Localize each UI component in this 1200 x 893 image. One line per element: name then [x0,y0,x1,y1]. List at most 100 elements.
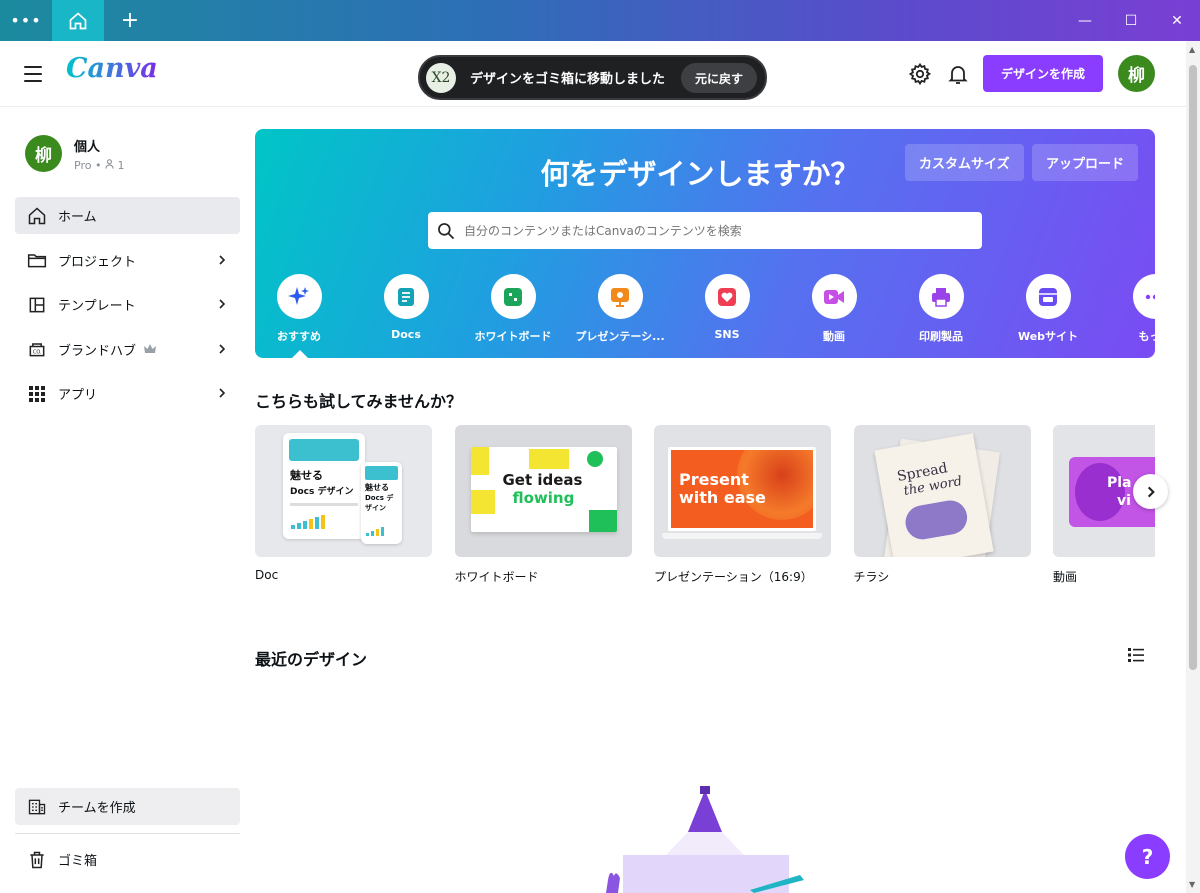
chevron-right-icon [219,254,226,265]
try-cards-carousel: 魅せる Docs デザイン 魅せる Docs デザイン Doc Get idea… [255,425,1155,595]
search-bar[interactable] [428,212,982,249]
presentation-icon [611,287,629,307]
sparkle-icon [288,286,309,305]
profile-plan: Pro • 1 [74,158,125,172]
search-input[interactable] [464,223,954,238]
category-label: Docs [391,328,421,341]
category-whiteboard[interactable]: ホワイトボード [463,274,563,344]
whiteboard-icon [504,287,522,306]
create-team-label: チームを作成 [58,801,136,816]
category-label: ホワイトボード [474,330,552,343]
profile-switcher[interactable]: 柳 個人 Pro • 1 [25,135,124,172]
card-flyer[interactable]: Spread the word チラシ [853,425,1031,585]
create-team-button[interactable]: チームを作成 [15,788,240,825]
more-icon [1145,294,1155,299]
card-thumbnail: Get ideas flowing [454,425,632,557]
presentation-thumb-text: Present [679,470,749,489]
selected-category-indicator [292,350,308,358]
minimize-button[interactable]: — [1062,0,1108,41]
category-label: おすすめ [277,330,321,343]
category-print[interactable]: 印刷製品 [891,274,991,344]
category-more[interactable]: もっと [1105,274,1155,344]
heart-icon [718,287,736,306]
crown-icon [144,344,157,353]
doc-thumb-title: 魅せる [290,469,323,482]
page-scrollbar[interactable]: ▲ ▼ [1186,41,1200,893]
settings-gear-icon[interactable] [908,62,932,86]
create-design-button[interactable]: デザインを作成 [983,55,1103,92]
new-tab-button[interactable]: + [104,0,156,41]
sidebar-nav: ホーム プロジェクト テンプレート CO. ブランドハブ アプリ [15,197,240,420]
sidebar-item-projects[interactable]: プロジェクト [15,242,240,279]
sidebar-item-apps[interactable]: アプリ [15,375,240,412]
brand-icon: CO. [26,338,48,360]
card-label: 動画 [1053,570,1078,584]
category-label: Webサイト [1017,330,1079,343]
card-label: チラシ [853,570,890,584]
canva-logo[interactable]: Canva [66,53,158,84]
window-titlebar: ••• + — ☐ ✕ [0,0,1200,41]
hamburger-menu-icon[interactable] [22,63,44,85]
scrollbar-thumb[interactable] [1189,65,1197,670]
scroll-up-arrow-icon[interactable]: ▲ [1189,45,1195,54]
category-video[interactable]: 動画 [784,274,884,344]
category-docs[interactable]: Docs [356,274,456,341]
trash-toast: X2 デザインをゴミ箱に移動しました 元に戻す [418,55,767,100]
design-categories: おすすめ Docs ホワイトボード プレゼンテーシ... SNS 動画 印刷製品 [255,274,1155,358]
building-icon [26,796,48,818]
card-thumbnail: 魅せる Docs デザイン 魅せる Docs デザイン [255,425,432,557]
app-header: Canva X2 デザインをゴミ箱に移動しました 元に戻す デザインを作成 柳 [0,41,1186,107]
category-website[interactable]: Webサイト [998,274,1098,344]
whiteboard-thumb-text: Get ideas [502,471,583,489]
sidebar-item-label: ホーム [58,210,97,225]
sidebar-item-trash[interactable]: ゴミ箱 [15,841,240,878]
card-doc[interactable]: 魅せる Docs デザイン 魅せる Docs デザイン Doc [255,425,432,582]
toast-message: デザインをゴミ箱に移動しました [470,72,666,87]
undo-button[interactable]: 元に戻す [680,63,757,93]
sidebar-item-label: プロジェクト [58,254,137,270]
card-label: プレゼンテーション（16:9） [654,570,813,584]
home-icon [69,11,87,29]
category-label: 動画 [823,330,845,343]
notification-bell-icon[interactable] [946,62,970,86]
sidebar-item-label: ブランドハブ [58,343,137,359]
whiteboard-thumb-text2: flowing [512,489,575,507]
sidebar: 柳 個人 Pro • 1 ホーム プロジェクト テンプレート CO. ブランドハ… [0,107,252,893]
try-section-title: こちらも試してみませんか？ [255,392,463,411]
upload-button[interactable]: アップロード [1032,144,1139,181]
category-label: 印刷製品 [919,330,963,343]
video-icon [824,289,844,304]
close-button[interactable]: ✕ [1154,0,1200,41]
trash-label: ゴミ箱 [58,854,98,869]
category-recommended[interactable]: おすすめ [255,274,349,344]
doc-mini-sub: Docs デザイン [365,494,394,512]
profile-name: 個人 [74,139,101,155]
card-whiteboard[interactable]: Get ideas flowing ホワイトボード [454,425,632,585]
maximize-button[interactable]: ☐ [1108,0,1154,41]
sidebar-item-label: アプリ [58,388,98,403]
sidebar-item-brand-hub[interactable]: CO. ブランドハブ [15,331,240,368]
card-presentation[interactable]: Present with ease プレゼンテーション（16:9） [654,425,831,585]
video-thumb-text: Pla [1107,475,1132,491]
category-sns[interactable]: SNS [677,274,777,341]
chevron-right-icon [219,388,226,398]
folder-icon [26,249,48,271]
home-tab[interactable] [52,0,104,41]
video-thumb-text2: vi [1117,493,1131,509]
sidebar-item-templates[interactable]: テンプレート [15,286,240,323]
person-icon [105,158,114,169]
list-view-icon[interactable] [1126,645,1146,665]
custom-size-button[interactable]: カスタムサイズ [905,144,1024,181]
search-icon [438,222,455,239]
recent-designs-title: 最近のデザイン [255,650,368,669]
user-avatar[interactable]: 柳 [1118,55,1155,92]
sidebar-item-label: テンプレート [58,299,136,314]
window-menu-button[interactable]: ••• [0,0,52,41]
card-label: ホワイトボード [454,570,539,584]
presentation-thumb-text2: with ease [679,488,766,507]
category-presentation[interactable]: プレゼンテーシ... [570,274,670,344]
sidebar-item-home[interactable]: ホーム [15,197,240,234]
help-button[interactable]: ? [1125,834,1170,879]
carousel-next-button[interactable] [1133,474,1168,509]
scroll-down-arrow-icon[interactable]: ▼ [1189,880,1195,889]
